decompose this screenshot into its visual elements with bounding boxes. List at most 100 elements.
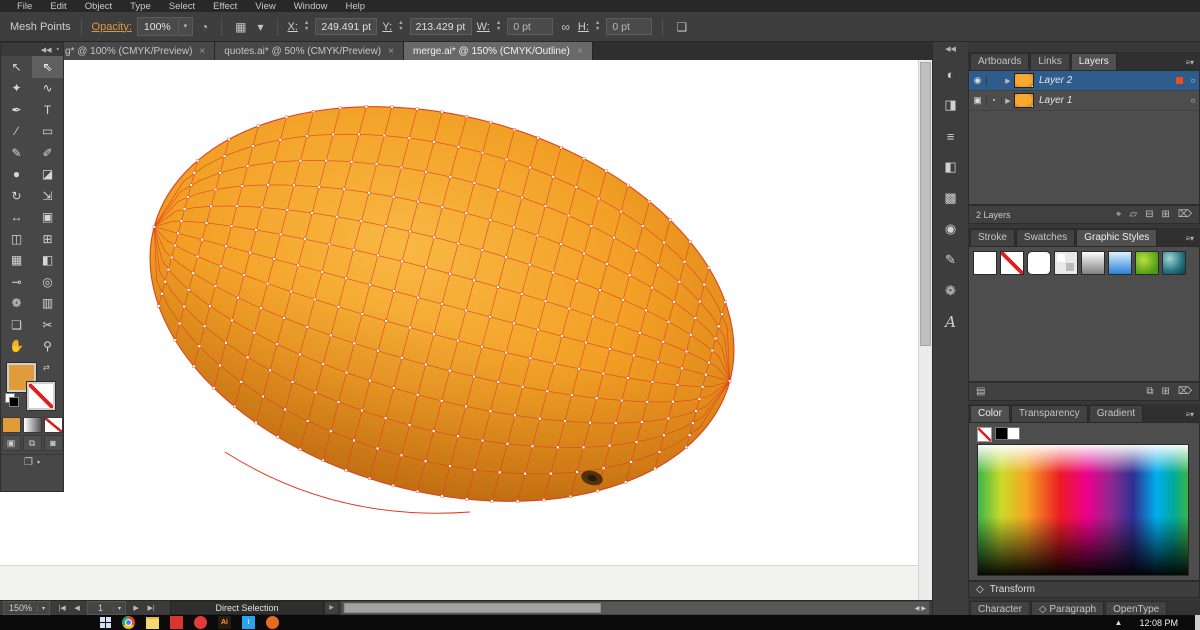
appearance-panel-icon[interactable]: ◉ (939, 219, 963, 239)
magic-wand-tool[interactable]: ✦ (1, 78, 32, 100)
hand-tool[interactable]: ✋ (1, 336, 32, 358)
tab-stroke[interactable]: Stroke (970, 229, 1015, 246)
w-input[interactable]: 0 pt (507, 18, 554, 35)
transform-panel-header[interactable]: ◇ Transform (968, 581, 1200, 598)
style-blue-gradient[interactable] (1108, 251, 1132, 275)
target-circle-icon[interactable]: ○ (1187, 96, 1199, 105)
break-link-style-icon[interactable]: ⧉ (1146, 386, 1153, 397)
layer-thumbnail[interactable] (1014, 73, 1034, 88)
expand-arrow-icon[interactable]: ▶ (1002, 77, 1014, 85)
rotate-tool[interactable]: ↻ (1, 185, 32, 207)
visibility-eye-icon[interactable]: ▣ (969, 95, 987, 106)
menu-item[interactable]: View (246, 1, 284, 12)
bounding-box-icon[interactable]: ❏ (673, 20, 690, 34)
type-tool[interactable]: T (32, 99, 63, 121)
menu-item[interactable]: Effect (204, 1, 246, 12)
blob-brush-tool[interactable]: ● (1, 164, 32, 186)
x-input[interactable]: 249.491 pt (315, 18, 378, 35)
layer-name[interactable]: Layer 1 (1039, 95, 1176, 106)
tab-close-icon[interactable]: × (577, 46, 583, 57)
last-artboard-button[interactable]: ▶| (144, 604, 158, 612)
menu-item[interactable]: Window (285, 1, 337, 12)
firefox-icon[interactable] (266, 616, 279, 629)
tab-links[interactable]: Links (1030, 53, 1070, 70)
lock-toggle-icon[interactable]: ▪ (987, 97, 1002, 104)
zoom-select[interactable]: 150% ▾ (3, 601, 51, 615)
show-desktop-button[interactable] (1195, 615, 1200, 630)
chevron-down-icon[interactable]: ▾ (37, 604, 49, 612)
draw-normal-icon[interactable]: ▣ (1, 435, 21, 451)
color-panel-icon[interactable]: ◐ (939, 64, 963, 84)
color-guide-panel-icon[interactable]: ◨ (939, 95, 963, 115)
next-artboard-button[interactable]: ▶ (129, 604, 143, 612)
media-player-icon[interactable] (170, 616, 183, 629)
scale-tool[interactable]: ⇲ (32, 185, 63, 207)
menu-item[interactable]: Edit (41, 1, 75, 12)
gradient-mode-button[interactable] (22, 417, 42, 433)
draw-behind-icon[interactable]: ⧉ (22, 435, 42, 451)
tray-expand-icon[interactable]: ▲ (1115, 618, 1123, 627)
panel-menu-icon[interactable]: ≡▾ (1179, 58, 1200, 70)
first-artboard-button[interactable]: |◀ (55, 604, 69, 612)
tab-color[interactable]: Color (970, 405, 1010, 422)
default-colors-icon[interactable] (9, 397, 19, 407)
blend-tool[interactable]: ◎ (32, 271, 63, 293)
stroke-color-swatch[interactable] (27, 382, 55, 410)
menu-item[interactable]: Help (337, 1, 375, 12)
menu-item[interactable]: Object (76, 1, 121, 12)
folder-icon[interactable] (146, 616, 159, 629)
width-tool[interactable]: ↔ (1, 207, 32, 229)
visibility-eye-icon[interactable]: ◉ (969, 75, 987, 86)
lasso-tool[interactable]: ∿ (32, 78, 63, 100)
delete-style-icon[interactable]: ⌦ (1178, 386, 1192, 397)
gradient-panel-icon[interactable]: ◧ (939, 157, 963, 177)
expand-panels-icon[interactable]: ◀◀ (933, 42, 968, 56)
brushes-panel-icon[interactable]: ✎ (939, 250, 963, 270)
symbol-sprayer-tool[interactable]: ❁ (1, 293, 32, 315)
chevron-down-icon[interactable]: ▾ (113, 604, 125, 612)
scroll-left-icon[interactable]: ◀ (915, 605, 920, 612)
character-panel-icon[interactable]: A (939, 312, 963, 332)
twitter-icon[interactable]: t (242, 616, 255, 629)
w-stepper[interactable]: ▲ ▼ (496, 20, 501, 32)
style-pair[interactable] (1054, 251, 1078, 275)
previous-artboard-button[interactable]: ◀ (70, 604, 84, 612)
constrain-proportions-icon[interactable]: ∞ (558, 20, 573, 34)
menu-item[interactable]: Type (121, 1, 160, 12)
target-circle-icon[interactable]: ○ (1187, 76, 1199, 85)
tab-gradient[interactable]: Gradient (1088, 405, 1144, 422)
tab-transparency[interactable]: Transparency (1010, 405, 1088, 422)
status-flyout-icon[interactable]: ▶ (324, 601, 340, 615)
tab-layers[interactable]: Layers (1070, 53, 1117, 70)
artboard-tool[interactable]: ❏ (1, 314, 32, 336)
document-tab[interactable]: merge.ai* @ 150% (CMYK/Outline) × (403, 42, 593, 60)
eraser-tool[interactable]: ◪ (32, 164, 63, 186)
tab-close-icon[interactable]: × (199, 46, 205, 57)
transparency-panel-icon[interactable]: ▩ (939, 188, 963, 208)
symbols-panel-icon[interactable]: ❁ (939, 281, 963, 301)
panel-menu-icon[interactable]: ≡▾ (1179, 410, 1200, 422)
screen-mode-button[interactable]: ❐ ▾ (1, 454, 63, 470)
opacity-combo[interactable]: 100% ▾ (136, 17, 193, 36)
y-input[interactable]: 213.429 pt (409, 18, 472, 35)
start-button[interactable] (100, 617, 111, 628)
paintbrush-tool[interactable]: ✎ (1, 142, 32, 164)
style-none[interactable] (1000, 251, 1024, 275)
y-stepper[interactable]: ▲ ▼ (398, 20, 403, 32)
tab-swatches[interactable]: Swatches (1015, 229, 1076, 246)
none-mode-button[interactable] (43, 417, 63, 433)
scroll-right-icon[interactable]: ▶ (921, 605, 926, 612)
new-style-icon[interactable]: ⊞ (1161, 386, 1169, 397)
y-label[interactable]: Y: (382, 21, 392, 33)
layer-thumbnail[interactable] (1014, 93, 1034, 108)
tab-artboards[interactable]: Artboards (970, 53, 1030, 70)
x-label[interactable]: X: (288, 21, 298, 33)
canvas-area[interactable] (0, 60, 932, 600)
options-icon[interactable]: ▦ (232, 20, 249, 34)
expand-arrow-icon[interactable]: ▶ (1002, 97, 1014, 105)
none-fill-swatch[interactable] (977, 427, 992, 442)
h-input[interactable]: 0 pt (606, 18, 653, 35)
column-graph-tool[interactable]: ▥ (32, 293, 63, 315)
chevron-down-icon[interactable]: ▾ (254, 20, 266, 34)
chevron-down-icon[interactable]: ▾ (177, 19, 192, 34)
